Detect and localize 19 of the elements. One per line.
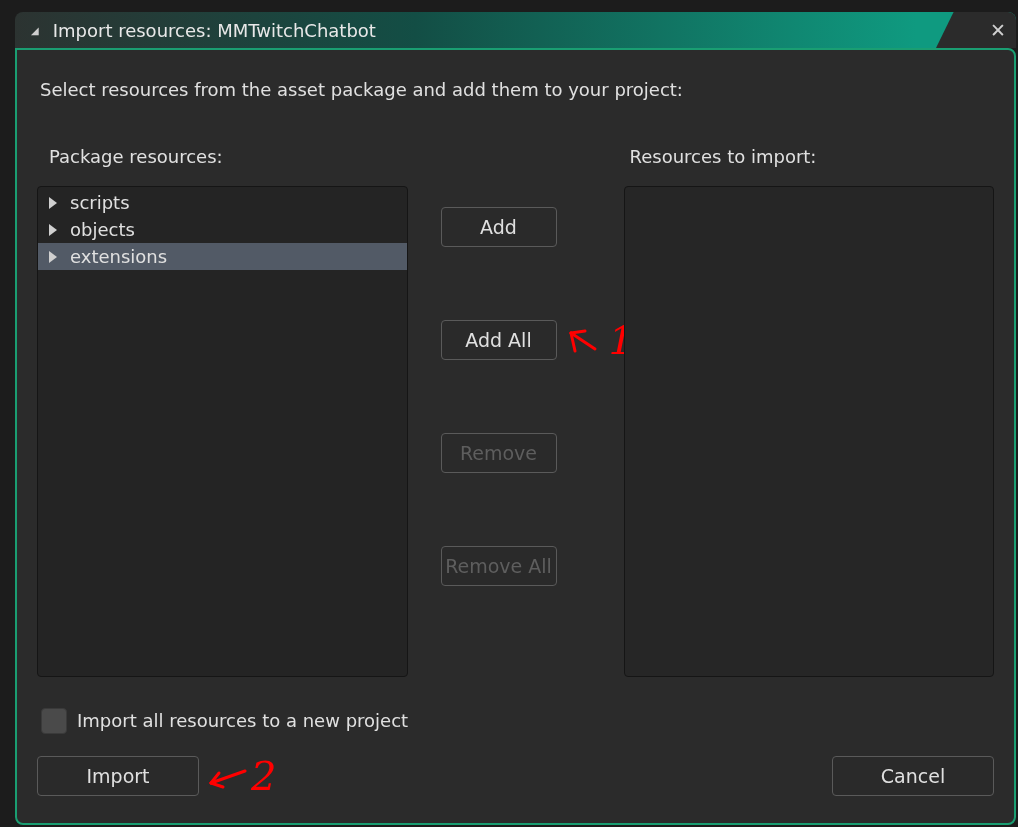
checkbox-label: Import all resources to a new project: [77, 709, 409, 733]
close-button[interactable]: ✕: [936, 12, 1016, 48]
instruction-text: Select resources from the asset package and add them to your project:: [40, 78, 684, 102]
expand-caret-icon[interactable]: [48, 250, 58, 263]
checkbox[interactable]: [41, 707, 67, 734]
tree-item[interactable]: extensions: [38, 243, 407, 270]
dialog-button[interactable]: Import: [37, 756, 199, 796]
dialog-button[interactable]: Cancel: [832, 756, 994, 796]
dialog-button[interactable]: Add: [440, 207, 557, 247]
section-label: Package resources:: [49, 145, 224, 169]
dialog-button[interactable]: Add All: [440, 320, 557, 360]
annotation-number: 2: [251, 756, 277, 796]
window-title: Import resources: MMTwitchChatbot: [52, 18, 376, 43]
tree-item[interactable]: objects: [38, 216, 407, 243]
collapse-glyph[interactable]: ◢: [31, 22, 39, 38]
expand-caret-icon[interactable]: [48, 223, 58, 236]
expand-caret-icon[interactable]: [48, 196, 58, 209]
section-label: Resources to import:: [629, 145, 818, 169]
tree-item[interactable]: scripts: [38, 189, 407, 216]
